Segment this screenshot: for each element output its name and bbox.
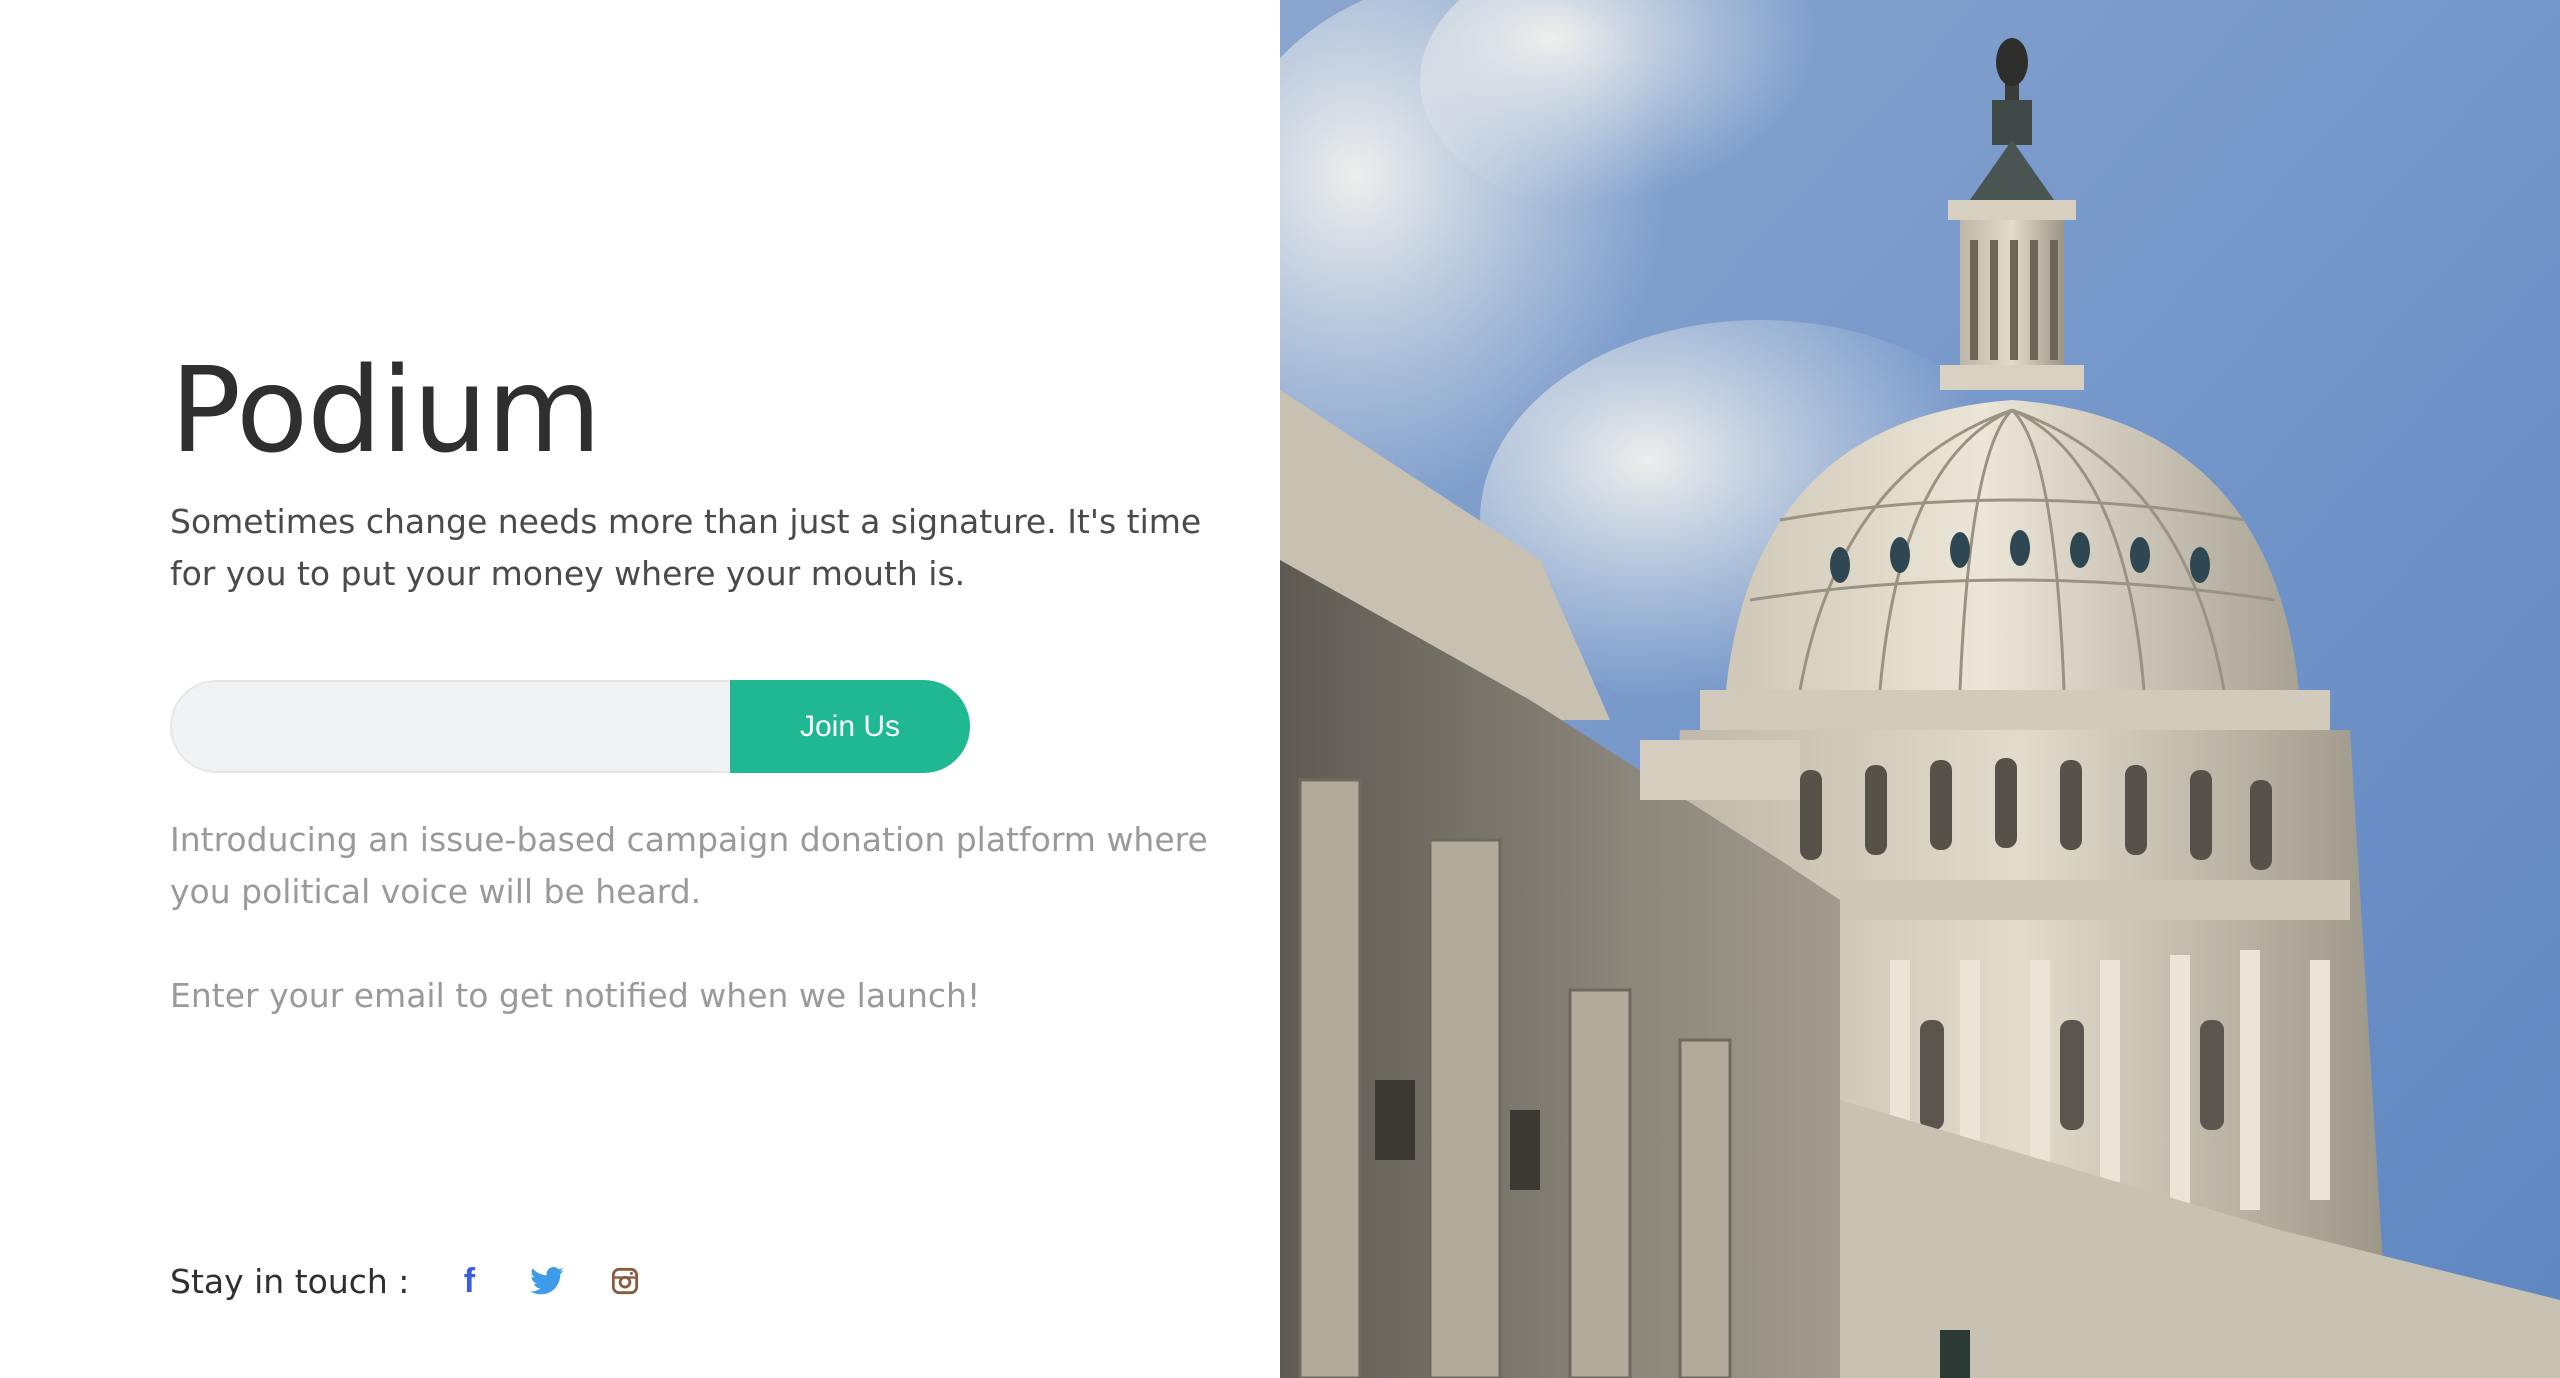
join-us-button[interactable]: Join Us — [730, 680, 970, 773]
signup-form: Join Us — [170, 680, 970, 773]
content-panel: Podium Sometimes change needs more than … — [0, 0, 1280, 1378]
drum-ring — [1700, 690, 2330, 730]
building-balustrade — [1640, 740, 1800, 800]
facebook-icon[interactable]: f — [449, 1261, 489, 1301]
tagline: Sometimes change needs more than just a … — [170, 502, 1202, 593]
brand-title: Podium — [170, 341, 602, 479]
twitter-icon[interactable] — [527, 1261, 567, 1301]
lamp-post — [1940, 1330, 1970, 1378]
twitter-bird-icon — [530, 1267, 565, 1295]
facebook-glyph: f — [463, 1261, 476, 1300]
landing-page: Podium Sometimes change needs more than … — [0, 0, 2560, 1378]
notify-text: Enter your email to get notified when we… — [170, 976, 981, 1015]
social-links: Stay in touch : f — [170, 1255, 683, 1307]
capitol-dome-photo — [1280, 0, 2560, 1378]
stay-in-touch-label: Stay in touch : — [170, 1261, 410, 1301]
email-input[interactable] — [170, 680, 730, 773]
intro-text: Introducing an issue-based campaign dona… — [170, 820, 1208, 911]
instagram-camera-icon — [612, 1267, 639, 1295]
instagram-icon[interactable] — [605, 1261, 645, 1301]
capitol-illustration — [1280, 0, 2560, 1378]
